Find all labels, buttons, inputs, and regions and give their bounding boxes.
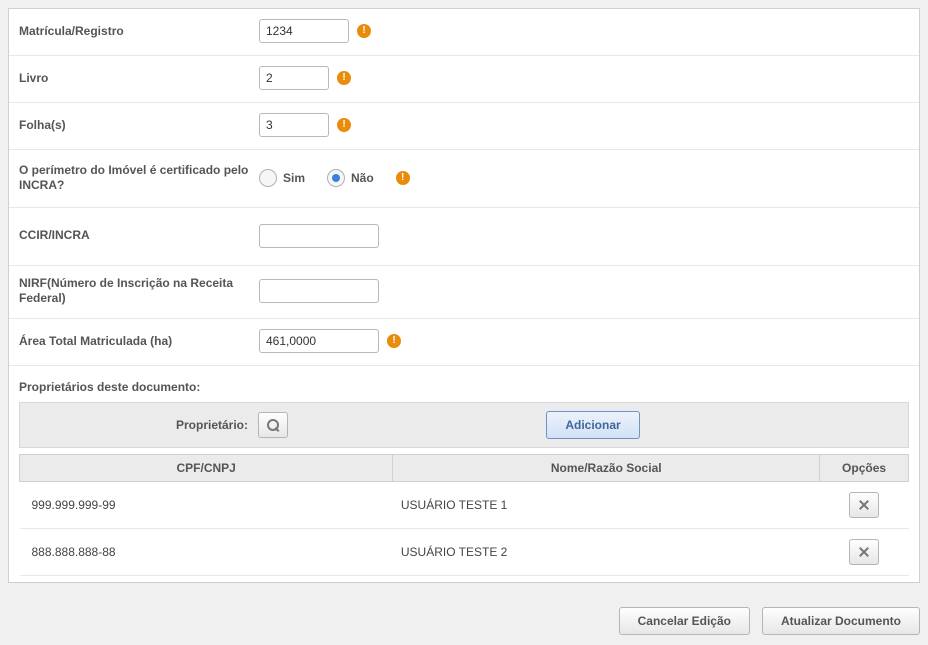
cell-nome: USUÁRIO TESTE 1 xyxy=(393,482,820,529)
row-ccir-incra: CCIR/INCRA xyxy=(9,208,919,266)
label-perimetro: O perímetro do Imóvel é certificado pelo… xyxy=(19,163,259,193)
warn-icon xyxy=(337,71,351,85)
owner-search-button[interactable] xyxy=(258,412,288,438)
footer-actions: Cancelar Edição Atualizar Documento xyxy=(0,591,928,645)
owners-filter-label: Proprietário: xyxy=(30,418,258,432)
col-nome: Nome/Razão Social xyxy=(393,455,820,482)
radio-nao-label: Não xyxy=(351,171,374,185)
owners-section-title: Proprietários deste documento: xyxy=(9,366,919,402)
warn-icon xyxy=(387,334,401,348)
input-livro[interactable] xyxy=(259,66,329,90)
row-nirf: NIRF(Número de Inscrição na Receita Fede… xyxy=(9,266,919,319)
warn-icon xyxy=(357,24,371,38)
input-nirf[interactable] xyxy=(259,279,379,303)
label-nirf: NIRF(Número de Inscrição na Receita Fede… xyxy=(19,276,259,306)
row-livro: Livro xyxy=(9,56,919,103)
row-perimetro: O perímetro do Imóvel é certificado pelo… xyxy=(9,150,919,208)
cell-nome: USUÁRIO TESTE 2 xyxy=(393,529,820,576)
row-area-total: Área Total Matriculada (ha) xyxy=(9,319,919,366)
warn-icon xyxy=(337,118,351,132)
label-ccir-incra: CCIR/INCRA xyxy=(19,228,259,243)
cell-cpf: 888.888.888-88 xyxy=(20,529,393,576)
input-area-total[interactable] xyxy=(259,329,379,353)
owners-table: CPF/CNPJ Nome/Razão Social Opções 999.99… xyxy=(19,454,909,576)
input-matricula[interactable] xyxy=(259,19,349,43)
row-folhas: Folha(s) xyxy=(9,103,919,150)
close-icon xyxy=(858,546,870,558)
radio-sim[interactable] xyxy=(259,169,277,187)
table-row: 888.888.888-88 USUÁRIO TESTE 2 xyxy=(20,529,909,576)
label-matricula: Matrícula/Registro xyxy=(19,24,259,39)
update-button[interactable]: Atualizar Documento xyxy=(762,607,920,635)
col-opcoes: Opções xyxy=(820,455,909,482)
radio-sim-label: Sim xyxy=(283,171,305,185)
owners-filter-bar: Proprietário: Adicionar xyxy=(19,402,909,448)
label-folhas: Folha(s) xyxy=(19,118,259,133)
col-cpf: CPF/CNPJ xyxy=(20,455,393,482)
input-folhas[interactable] xyxy=(259,113,329,137)
table-row: 999.999.999-99 USUÁRIO TESTE 1 xyxy=(20,482,909,529)
row-matricula: Matrícula/Registro xyxy=(9,9,919,56)
search-icon xyxy=(267,419,279,431)
remove-owner-button[interactable] xyxy=(849,539,879,565)
radio-nao[interactable] xyxy=(327,169,345,187)
cancel-button[interactable]: Cancelar Edição xyxy=(619,607,750,635)
cell-cpf: 999.999.999-99 xyxy=(20,482,393,529)
add-owner-button[interactable]: Adicionar xyxy=(546,411,639,439)
document-form-panel: Matrícula/Registro Livro Folha(s) O perí… xyxy=(8,8,920,583)
input-ccir-incra[interactable] xyxy=(259,224,379,248)
remove-owner-button[interactable] xyxy=(849,492,879,518)
warn-icon xyxy=(396,171,410,185)
label-area-total: Área Total Matriculada (ha) xyxy=(19,334,259,349)
close-icon xyxy=(858,499,870,511)
label-livro: Livro xyxy=(19,71,259,86)
